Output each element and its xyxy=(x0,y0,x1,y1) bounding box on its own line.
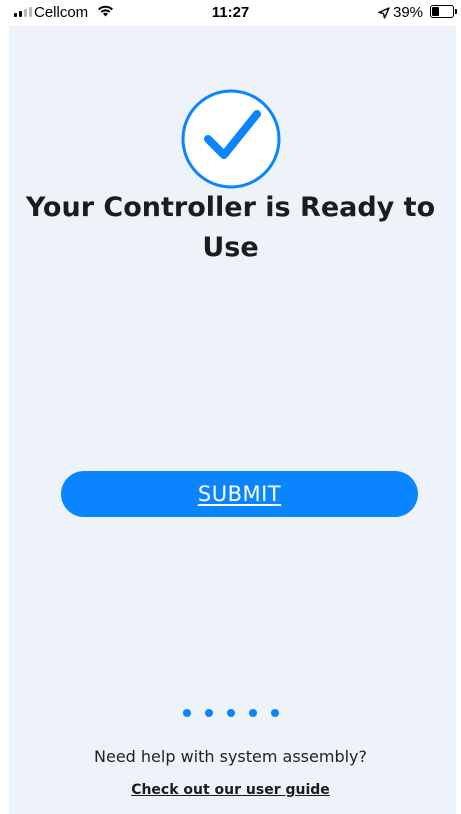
screen: Cellcom 11:27 39% Your Controller is Rea… xyxy=(0,0,461,814)
page-dot xyxy=(204,709,213,717)
checkmark-circle-icon xyxy=(181,89,281,194)
submit-button[interactable]: SUBMIT xyxy=(61,471,418,517)
page-indicator xyxy=(0,709,461,717)
page-dot xyxy=(226,709,235,717)
page-dot xyxy=(182,709,191,717)
battery-icon xyxy=(430,5,454,18)
status-bar: Cellcom 11:27 39% xyxy=(0,0,461,26)
page-dot xyxy=(270,709,279,717)
battery-cap xyxy=(455,9,457,14)
location-arrow-icon xyxy=(378,6,390,24)
page-title: Your Controller is Ready to Use xyxy=(25,192,436,263)
battery-percent: 39% xyxy=(393,4,424,21)
page-dot xyxy=(248,709,257,717)
user-guide-link[interactable]: Check out our user guide xyxy=(0,780,461,800)
help-text: Need help with system assembly? xyxy=(94,747,367,766)
clock: 11:27 xyxy=(211,4,250,21)
